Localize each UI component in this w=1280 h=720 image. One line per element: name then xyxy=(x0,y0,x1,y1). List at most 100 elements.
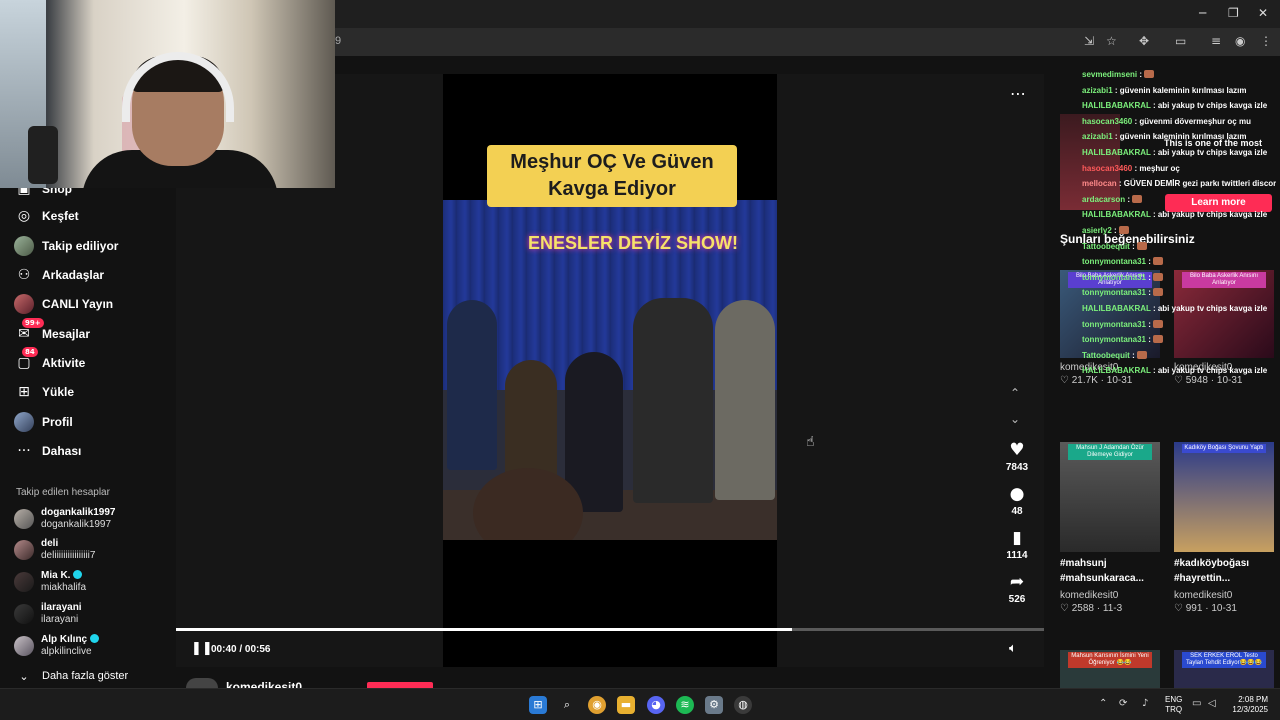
chat-username: HALILBABAKRAL xyxy=(1082,148,1151,157)
address-bar[interactable]: 9 ⇲ ☆ ✥ ▭ ≡ ◉ ⋮ xyxy=(335,28,1280,56)
next-video-icon[interactable]: ⌄ xyxy=(1010,412,1020,426)
pause-icon[interactable]: ❚❚ xyxy=(191,641,213,656)
heart-outline-icon: ♡ xyxy=(1060,375,1072,386)
suggested-video[interactable]: Mahsun J Adamdan Özür Dilemeye Gidiyor #… xyxy=(1060,442,1160,614)
bookmark-star-icon[interactable]: ☆ xyxy=(1106,34,1117,48)
like-button[interactable]: ♥ 7843 xyxy=(1001,440,1033,473)
following-accounts-title: Takip edilen hesaplar xyxy=(16,487,110,498)
split-view-icon[interactable]: ▭ xyxy=(1175,34,1186,48)
headset xyxy=(122,52,234,122)
chat-username: Tattoobequit xyxy=(1082,241,1130,251)
show-more-label: Daha fazla göster xyxy=(42,670,129,682)
sidebar-item-more[interactable]: ··· Dahası xyxy=(14,440,81,462)
chat-username: hasocan3460 xyxy=(1082,116,1133,126)
settings-icon[interactable]: ⚙ xyxy=(705,696,723,714)
chrome-icon[interactable]: ◉ xyxy=(588,696,606,714)
person xyxy=(633,298,713,503)
discord-icon[interactable]: ◕ xyxy=(647,696,665,714)
chat-message: tonnymontana31 : xyxy=(1082,288,1276,298)
chat-username: sevmedimseni xyxy=(1082,70,1138,79)
sidebar: ▣ Shop ◎ Keşfet Takip ediliyor ⚇ Arkadaş… xyxy=(0,181,176,688)
video-frame[interactable]: ENESLER DEYİZ SHOW! xyxy=(443,200,777,540)
save-button[interactable]: ▮ 1114 xyxy=(1001,528,1033,561)
chat-message: ardacarson : xyxy=(1082,194,1276,205)
network-icon[interactable]: ⟳ xyxy=(1119,698,1127,709)
language-indicator[interactable]: ENG TRQ xyxy=(1165,695,1182,715)
avatar xyxy=(14,572,34,592)
more-icon: ··· xyxy=(17,443,31,459)
video-title: #mahsunj #mahsunkaraca... xyxy=(1060,558,1144,584)
sidebar-item-live[interactable]: CANLI Yayın xyxy=(14,293,113,315)
avatar xyxy=(14,636,34,656)
previous-video-icon[interactable]: ⌃ xyxy=(1010,386,1020,400)
followed-account[interactable]: ilarayani ilarayani xyxy=(14,602,82,626)
suggested-video[interactable]: Mahsun Karısının İsmini Yeni Öğreniyor 😂… xyxy=(1060,650,1160,688)
webcam-overlay xyxy=(0,0,335,188)
more-options-icon[interactable]: ⋯ xyxy=(1010,84,1026,103)
taskbar: ⊞ ⌕ ◉ ▬ ◕ ≋ ⚙ ◍ ⌃ ⟳ ♪ ENG TRQ ▭ ◁ 2:08 PM… xyxy=(0,688,1280,720)
show-more-button[interactable]: ⌄ Daha fazla göster xyxy=(14,665,128,687)
obs-icon[interactable]: ◍ xyxy=(734,696,752,714)
live-avatar-icon xyxy=(14,294,34,314)
profile-icon[interactable]: ◉ xyxy=(1235,34,1245,48)
heart-outline-icon: ♡ xyxy=(1174,603,1186,614)
followed-account[interactable]: deli deliiiiiiiiiiiiiiii7 xyxy=(14,538,95,562)
sidebar-item-upload[interactable]: ⊞ Yükle xyxy=(14,381,74,403)
chat-text: GÜVEN DEMİR gezi parkı twittleri discord… xyxy=(1123,179,1276,189)
display-icon[interactable]: ▭ xyxy=(1192,698,1201,709)
microphone-icon[interactable]: ♪ xyxy=(1142,698,1148,709)
heart-icon: ♥ xyxy=(1009,440,1025,460)
file-explorer-icon[interactable]: ▬ xyxy=(617,696,635,714)
followed-account[interactable]: Alp Kılınç alpkilinclive xyxy=(14,634,100,658)
sidebar-item-kesfet[interactable]: ◎ Keşfet xyxy=(14,205,79,227)
minimize-icon[interactable]: ─ xyxy=(1199,6,1206,20)
sidebar-item-messages[interactable]: ✉ 99+ Mesajlar xyxy=(14,318,90,345)
browser-menu-icon[interactable]: ⋮ xyxy=(1260,34,1272,48)
video-thumbnail: Kadıköy Boğası Şovunu Yaptı xyxy=(1174,442,1274,552)
comment-button[interactable]: ● 48 xyxy=(1001,484,1033,517)
thumbnail-tag: SEK ERKEK EROL Testo Taylan Tehdit Ediyo… xyxy=(1182,652,1266,668)
chevron-up-icon[interactable]: ⌃ xyxy=(1099,698,1107,709)
search-icon[interactable]: ⌕ xyxy=(558,696,576,714)
sidebar-item-following[interactable]: Takip ediliyor xyxy=(14,235,118,257)
chat-message: tonnymontana31 : xyxy=(1082,335,1276,345)
sidebar-item-profile[interactable]: Profil xyxy=(14,411,73,433)
close-icon[interactable]: ✕ xyxy=(1258,6,1268,20)
extensions-icon[interactable]: ✥ xyxy=(1139,34,1149,48)
messages-icon: ✉ 99+ xyxy=(14,318,44,344)
sidebar-item-activity[interactable]: ▢ 84 Aktivite xyxy=(14,347,85,374)
followed-account[interactable]: dogankalik1997 dogankalik1997 xyxy=(14,507,115,531)
video-date: 10-31 xyxy=(1211,603,1237,614)
url-text[interactable]: 9 xyxy=(335,35,341,47)
start-icon[interactable]: ⊞ xyxy=(529,696,547,714)
sidebar-item-friends[interactable]: ⚇ Arkadaşlar xyxy=(14,264,104,286)
progress-bar[interactable] xyxy=(176,628,1044,631)
media-icon[interactable]: ≡ xyxy=(1211,34,1221,48)
chat-username: HALILBABAKRAL xyxy=(1082,101,1151,111)
video-meta: ♡ 2588 · 11-3 xyxy=(1060,603,1123,614)
thumbnail-tag: Mahsun J Adamdan Özür Dilemeye Gidiyor xyxy=(1068,444,1152,460)
comment-count: 48 xyxy=(1011,506,1023,517)
author-avatar[interactable] xyxy=(186,678,218,688)
volume-icon[interactable]: 🔈︎ xyxy=(1009,641,1017,656)
suggested-video[interactable]: Kadıköy Boğası Şovunu Yaptı #kadıköyboğa… xyxy=(1174,442,1274,614)
video-meta: ♡ 991 · 10-31 xyxy=(1174,603,1237,614)
sidebar-item-label: Yükle xyxy=(42,385,75,399)
suggested-video[interactable]: SEK ERKEK EROL Testo Taylan Tehdit Ediyo… xyxy=(1174,650,1274,688)
install-app-icon[interactable]: ⇲ xyxy=(1084,34,1094,48)
volume-icon[interactable]: ◁ xyxy=(1208,698,1216,709)
followed-account[interactable]: Mia K. miakhalifa xyxy=(14,570,86,594)
comment-icon: ● xyxy=(1009,484,1025,504)
like-count: 7843 xyxy=(1005,462,1029,473)
avatar xyxy=(14,540,34,560)
account-name: Alp Kılınç xyxy=(41,634,88,645)
chat-message: tonnymontana31 : xyxy=(1082,319,1276,330)
maximize-icon[interactable]: ❐ xyxy=(1228,6,1239,20)
messages-badge: 99+ xyxy=(22,318,44,328)
spotify-icon[interactable]: ≋ xyxy=(676,696,694,714)
chat-username: tonnymontana31 xyxy=(1082,319,1147,329)
clock[interactable]: 2:08 PM 12/3/2025 xyxy=(1226,695,1268,715)
account-handle: deliiiiiiiiiiiiiiii7 xyxy=(41,550,96,561)
avatar xyxy=(14,604,34,624)
share-button[interactable]: ➦ 526 xyxy=(1001,572,1033,605)
